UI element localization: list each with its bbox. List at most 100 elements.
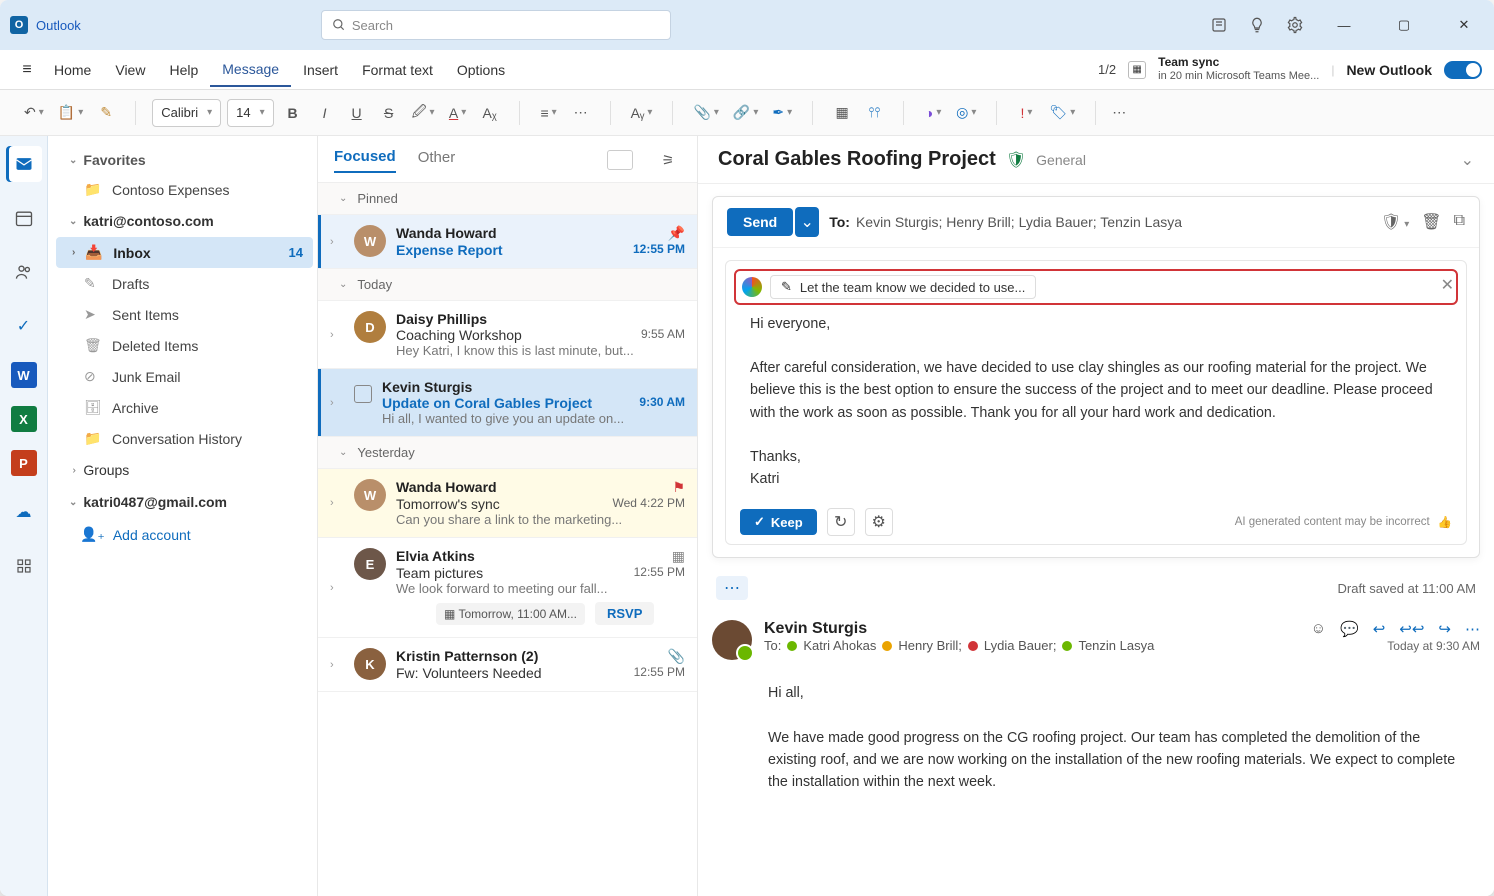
undo-button[interactable]: ↶▾ [20, 99, 48, 127]
keep-button[interactable]: ✓ Keep [740, 509, 817, 535]
folder-contoso-expenses[interactable]: 📁Contoso Expenses [56, 174, 313, 205]
folder-archive[interactable]: 🗄Archive [56, 392, 313, 423]
groups-header[interactable]: ⌄Groups [56, 454, 313, 486]
window-minimize-button[interactable]: — [1324, 18, 1364, 33]
folder-inbox[interactable]: ›📥Inbox14 [56, 237, 313, 268]
rail-todo-icon[interactable]: ✓ [6, 308, 42, 344]
close-copilot-icon[interactable]: ✕ [1441, 275, 1454, 295]
notes-icon[interactable] [1210, 16, 1228, 34]
rail-onedrive-icon[interactable]: ☁ [6, 494, 42, 530]
window-close-button[interactable]: ✕ [1444, 17, 1484, 33]
expand-icon[interactable]: › [330, 648, 344, 681]
underline-button[interactable]: U [344, 99, 370, 127]
rail-word-icon[interactable]: W [11, 362, 37, 388]
send-button[interactable]: Send [727, 208, 793, 236]
rail-excel-icon[interactable]: X [11, 406, 37, 432]
bold-button[interactable]: B [280, 99, 306, 127]
tab-focused[interactable]: Focused [334, 148, 396, 173]
folder-sent[interactable]: ➤Sent Items [56, 299, 313, 330]
add-account-button[interactable]: 👤₊Add account [56, 518, 313, 551]
message-item[interactable]: › W Wanda Howard⚑ Tomorrow's syncWed 4:2… [318, 469, 697, 538]
loop-icon[interactable]: ◑▾ [920, 99, 946, 127]
font-name-select[interactable]: Calibri▾ [152, 99, 221, 127]
link-button[interactable]: 🔗▾ [729, 99, 762, 127]
menu-view[interactable]: View [103, 54, 157, 86]
menu-message[interactable]: Message [210, 53, 291, 87]
menu-insert[interactable]: Insert [291, 54, 350, 86]
forward-icon[interactable]: ↪ [1438, 620, 1451, 638]
rail-mail-icon[interactable] [6, 146, 42, 182]
importance-icon[interactable]: !▾ [1013, 99, 1039, 127]
popout-icon[interactable]: ⧉ [1454, 212, 1465, 232]
paste-button[interactable]: 📋▾ [54, 99, 87, 127]
select-mode-icon[interactable] [607, 150, 633, 170]
flag-icon[interactable]: ⚑ [672, 479, 685, 496]
menu-format-text[interactable]: Format text [350, 54, 445, 86]
rail-apps-icon[interactable] [6, 548, 42, 584]
rail-powerpoint-icon[interactable]: P [11, 450, 37, 476]
folder-drafts[interactable]: ✎Drafts [56, 268, 313, 299]
table-button[interactable]: ▦ [829, 99, 855, 127]
tag-icon[interactable]: 🏷▾ [1045, 99, 1079, 127]
favorites-header[interactable]: ⌄Favorites [56, 146, 313, 174]
folder-conversation-history[interactable]: 📁Conversation History [56, 423, 313, 454]
rail-people-icon[interactable] [6, 254, 42, 290]
styles-button[interactable]: Aᵧ▾ [627, 99, 657, 127]
ribbon-overflow-icon[interactable]: ⋯ [1106, 99, 1132, 127]
teams-chat-icon[interactable]: 💬 [1340, 620, 1359, 638]
message-item[interactable]: › K Kristin Patternson (2)📎 Fw: Voluntee… [318, 638, 697, 692]
send-dropdown-button[interactable]: ⌄ [795, 207, 819, 237]
upcoming-meeting[interactable]: Team sync in 20 min Microsoft Teams Mee.… [1158, 56, 1319, 82]
bullets-button[interactable]: ≡▾ [536, 99, 562, 127]
copilot-prompt-input[interactable]: ✎Let the team know we decided to use... [770, 275, 1036, 299]
font-color-button[interactable]: A▾ [445, 99, 471, 127]
expand-icon[interactable]: › [330, 479, 344, 527]
rail-calendar-icon[interactable] [6, 200, 42, 236]
hamburger-icon[interactable]: ≡ [12, 61, 42, 79]
lightbulb-icon[interactable] [1248, 16, 1266, 34]
message-item[interactable]: › Kevin Sturgis Update on Coral Gables P… [318, 369, 697, 437]
italic-button[interactable]: I [312, 99, 338, 127]
group-pinned[interactable]: ⌄Pinned [318, 183, 697, 215]
expand-icon[interactable]: › [330, 379, 344, 426]
group-yesterday[interactable]: ⌄Yesterday [318, 437, 697, 469]
expand-icon[interactable]: › [330, 225, 344, 258]
to-line[interactable]: To:Kevin Sturgis; Henry Brill; Lydia Bau… [829, 214, 1182, 230]
message-item[interactable]: › D Daisy Phillips Coaching Workshop9:55… [318, 301, 697, 369]
adjust-icon[interactable]: ⚙ [865, 508, 893, 536]
strikethrough-button[interactable]: S [376, 99, 402, 127]
calendar-chip-icon[interactable]: ▦ [1128, 61, 1146, 79]
folder-junk[interactable]: ⊘Junk Email [56, 361, 313, 392]
message-item[interactable]: › E Elvia Atkins▦ Team pictures12:55 PM … [318, 538, 697, 638]
collapse-icon[interactable]: ⌄ [1461, 150, 1474, 170]
menu-options[interactable]: Options [445, 54, 517, 86]
highlight-button[interactable]: 🖉▾ [408, 99, 439, 127]
delete-draft-icon[interactable]: 🗑 [1421, 212, 1441, 232]
folder-deleted[interactable]: 🗑Deleted Items [56, 330, 313, 361]
window-maximize-button[interactable]: ▢ [1384, 17, 1424, 33]
poll-icon[interactable]: ⫯⫯ [861, 99, 887, 127]
new-outlook-toggle[interactable] [1444, 61, 1482, 79]
copilot-ribbon-icon[interactable]: ◎▾ [952, 99, 980, 127]
tab-other[interactable]: Other [418, 149, 456, 172]
rsvp-button[interactable]: RSVP [595, 602, 654, 625]
account-header[interactable]: ⌄katri@contoso.com [56, 205, 313, 237]
feedback-icon[interactable]: 👍 [1438, 515, 1452, 529]
regenerate-icon[interactable]: ↻ [827, 508, 855, 536]
attach-file-button[interactable]: 📎▾ [689, 99, 722, 127]
filter-icon[interactable]: ⚞ [655, 146, 681, 174]
account2-header[interactable]: ⌄katri0487@gmail.com [56, 486, 313, 518]
search-input[interactable]: Search [321, 10, 671, 40]
expand-icon[interactable]: › [330, 548, 344, 627]
reply-icon[interactable]: ↩ [1373, 620, 1386, 638]
react-icon[interactable]: ☺ [1311, 620, 1326, 638]
more-actions-icon[interactable]: ⋯ [1465, 620, 1480, 638]
format-painter-button[interactable]: ✎ [93, 99, 119, 127]
checkbox[interactable] [354, 385, 372, 403]
message-item[interactable]: › W Wanda Howard📌 Expense Report12:55 PM [318, 215, 697, 269]
more-options-icon[interactable]: ⋯ [716, 576, 748, 600]
group-today[interactable]: ⌄Today [318, 269, 697, 301]
pin-icon[interactable]: 📌 [668, 225, 685, 242]
sensitivity-icon[interactable]: 🛡▾ [1381, 212, 1409, 232]
expand-icon[interactable]: › [330, 311, 344, 358]
